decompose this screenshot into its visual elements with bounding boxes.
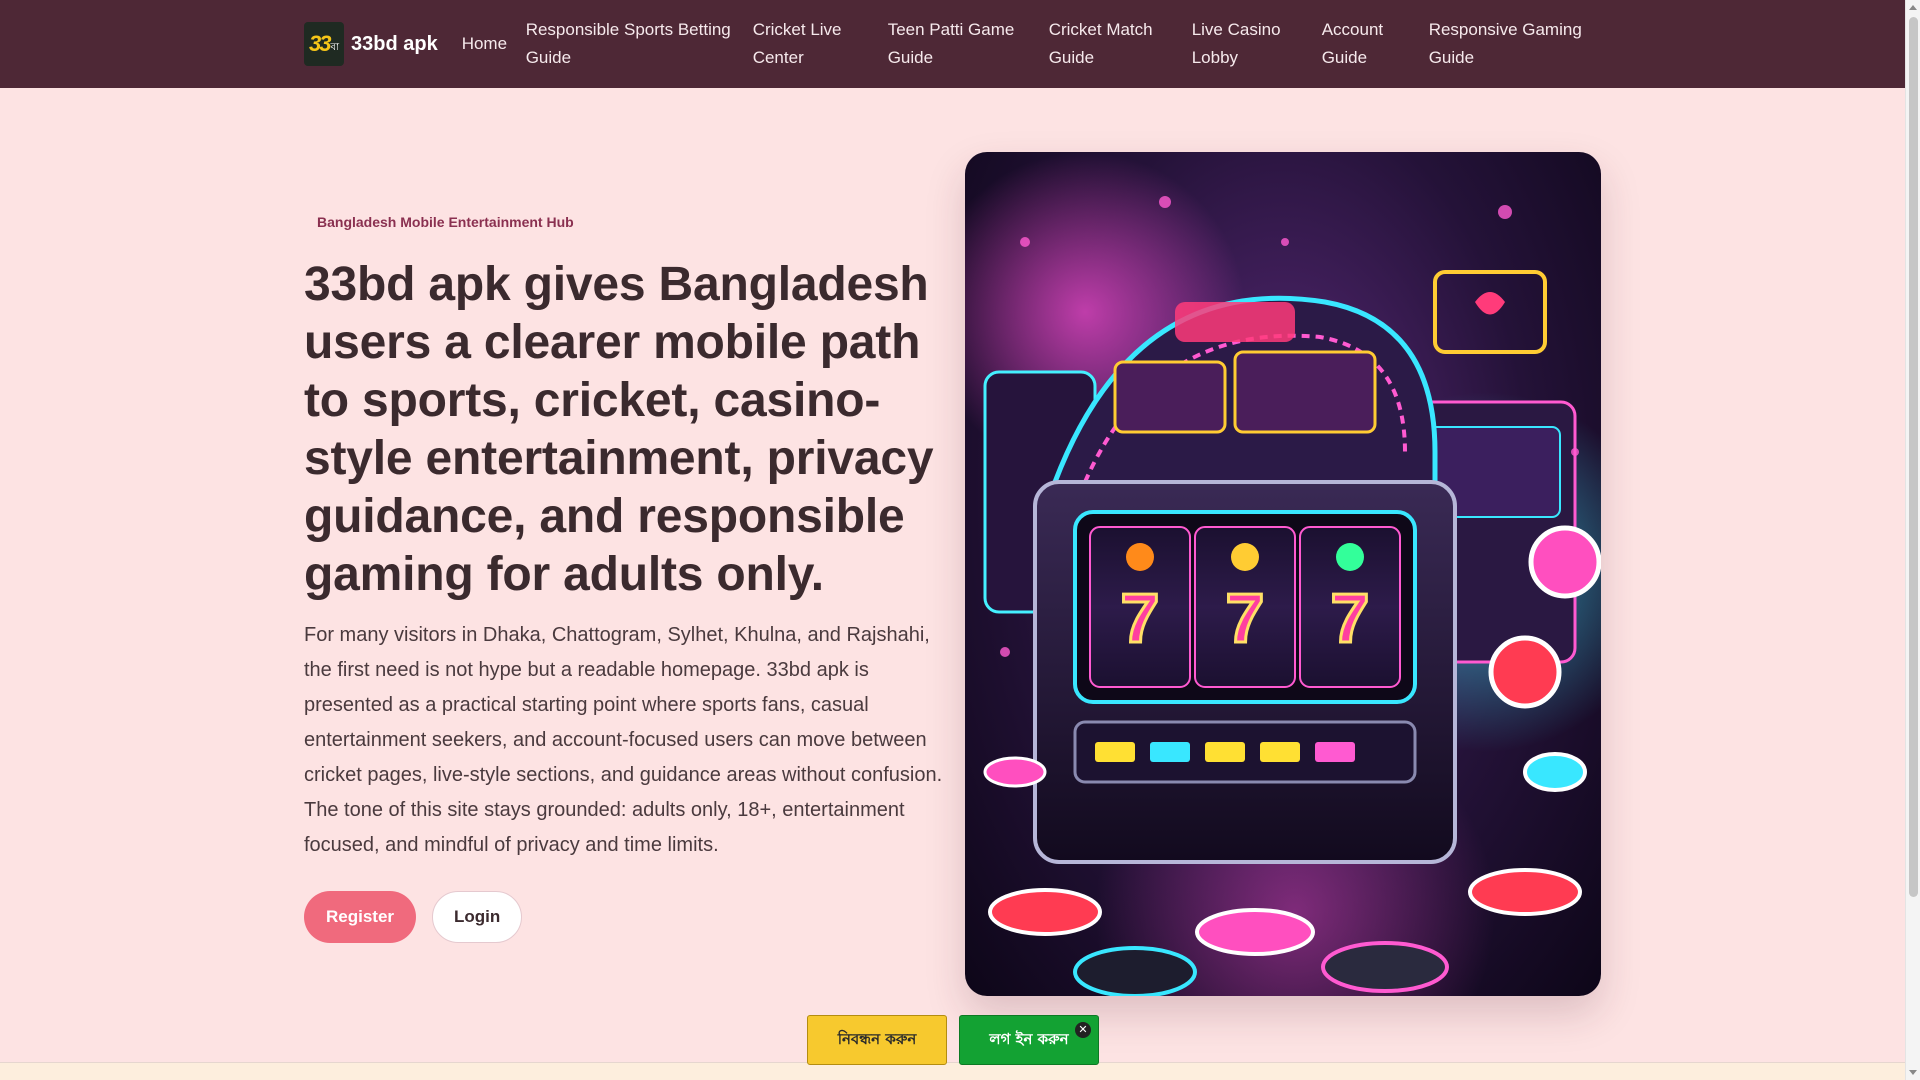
scrollbar-thumb[interactable] xyxy=(1909,17,1918,897)
nav-link-cricket-match-guide[interactable]: Cricket Match Guide xyxy=(1049,16,1175,72)
slot-machine-illustration: 7 7 7 xyxy=(965,152,1601,996)
nav-item-live-casino-lobby[interactable]: Live Casino Lobby xyxy=(1192,16,1305,72)
hero-lead-paragraph: For many visitors in Dhaka, Chattogram, … xyxy=(304,624,943,856)
scroll-up-arrow-icon[interactable] xyxy=(1909,5,1917,10)
logo-number: 33 xyxy=(309,31,332,56)
floating-login-button[interactable]: লগ ইন করুন ✕ xyxy=(959,1015,1099,1065)
scroll-down-arrow-icon[interactable] xyxy=(1909,1070,1917,1075)
nav-link-home[interactable]: Home xyxy=(462,30,509,58)
hero-content: Bangladesh Mobile Entertainment Hub 33bd… xyxy=(304,210,944,943)
page-scrollbar[interactable] xyxy=(1905,0,1920,1080)
nav-item-teen-patti-game-guide[interactable]: Teen Patti Game Guide xyxy=(888,16,1032,72)
floating-register-label: নিবন্ধন করুন xyxy=(837,1029,917,1048)
nav-link-teen-patti-game-guide[interactable]: Teen Patti Game Guide xyxy=(888,16,1032,72)
nav-item-cricket-live-center[interactable]: Cricket Live Center xyxy=(753,16,871,72)
hero-slot-machine-image: 7 7 7 xyxy=(965,152,1601,996)
reel-symbol-2: 7 xyxy=(1226,579,1265,657)
brand[interactable]: 33 বা 33bd apk xyxy=(304,22,438,66)
logo-subtext: বা xyxy=(330,41,339,53)
nav-item-home[interactable]: Home xyxy=(462,30,509,58)
nav-link-cricket-live-center[interactable]: Cricket Live Center xyxy=(753,16,871,72)
nav-item-account-guide[interactable]: Account Guide xyxy=(1322,16,1412,72)
brand-name[interactable]: 33bd apk xyxy=(351,33,438,56)
reel-symbol-1: 7 xyxy=(1121,579,1160,657)
nav-item-cricket-match-guide[interactable]: Cricket Match Guide xyxy=(1049,16,1175,72)
hero-eyebrow-badge: Bangladesh Mobile Entertainment Hub xyxy=(317,214,574,230)
register-button[interactable]: Register xyxy=(304,891,417,943)
nav-link-responsive-gaming-guide[interactable]: Responsive Gaming Guide xyxy=(1429,16,1589,72)
close-icon[interactable]: ✕ xyxy=(1075,1022,1091,1038)
nav-link-account-guide[interactable]: Account Guide xyxy=(1322,16,1412,72)
main-nav: Home Responsible Sports Betting Guide Cr… xyxy=(462,16,1606,72)
site-header: 33 বা 33bd apk Home Responsible Sports B… xyxy=(0,0,1905,88)
reel-symbol-3: 7 xyxy=(1331,579,1370,657)
nav-link-responsible-sports-betting-guide[interactable]: Responsible Sports Betting Guide xyxy=(526,16,736,72)
hero-cta-group: Register Login xyxy=(304,891,944,943)
nav-item-responsible-sports-betting-guide[interactable]: Responsible Sports Betting Guide xyxy=(526,16,736,72)
logo-icon[interactable]: 33 বা xyxy=(304,22,344,66)
nav-link-live-casino-lobby[interactable]: Live Casino Lobby xyxy=(1192,16,1305,72)
nav-item-responsive-gaming-guide[interactable]: Responsive Gaming Guide xyxy=(1429,16,1589,72)
floating-register-button[interactable]: নিবন্ধন করুন xyxy=(807,1015,947,1065)
bottom-sticky-bar xyxy=(0,1062,1905,1080)
login-button[interactable]: Login xyxy=(432,891,523,943)
hero-headline: 33bd apk gives Bangladesh users a cleare… xyxy=(304,258,934,601)
floating-login-label: লগ ইন করুন xyxy=(989,1029,1069,1048)
